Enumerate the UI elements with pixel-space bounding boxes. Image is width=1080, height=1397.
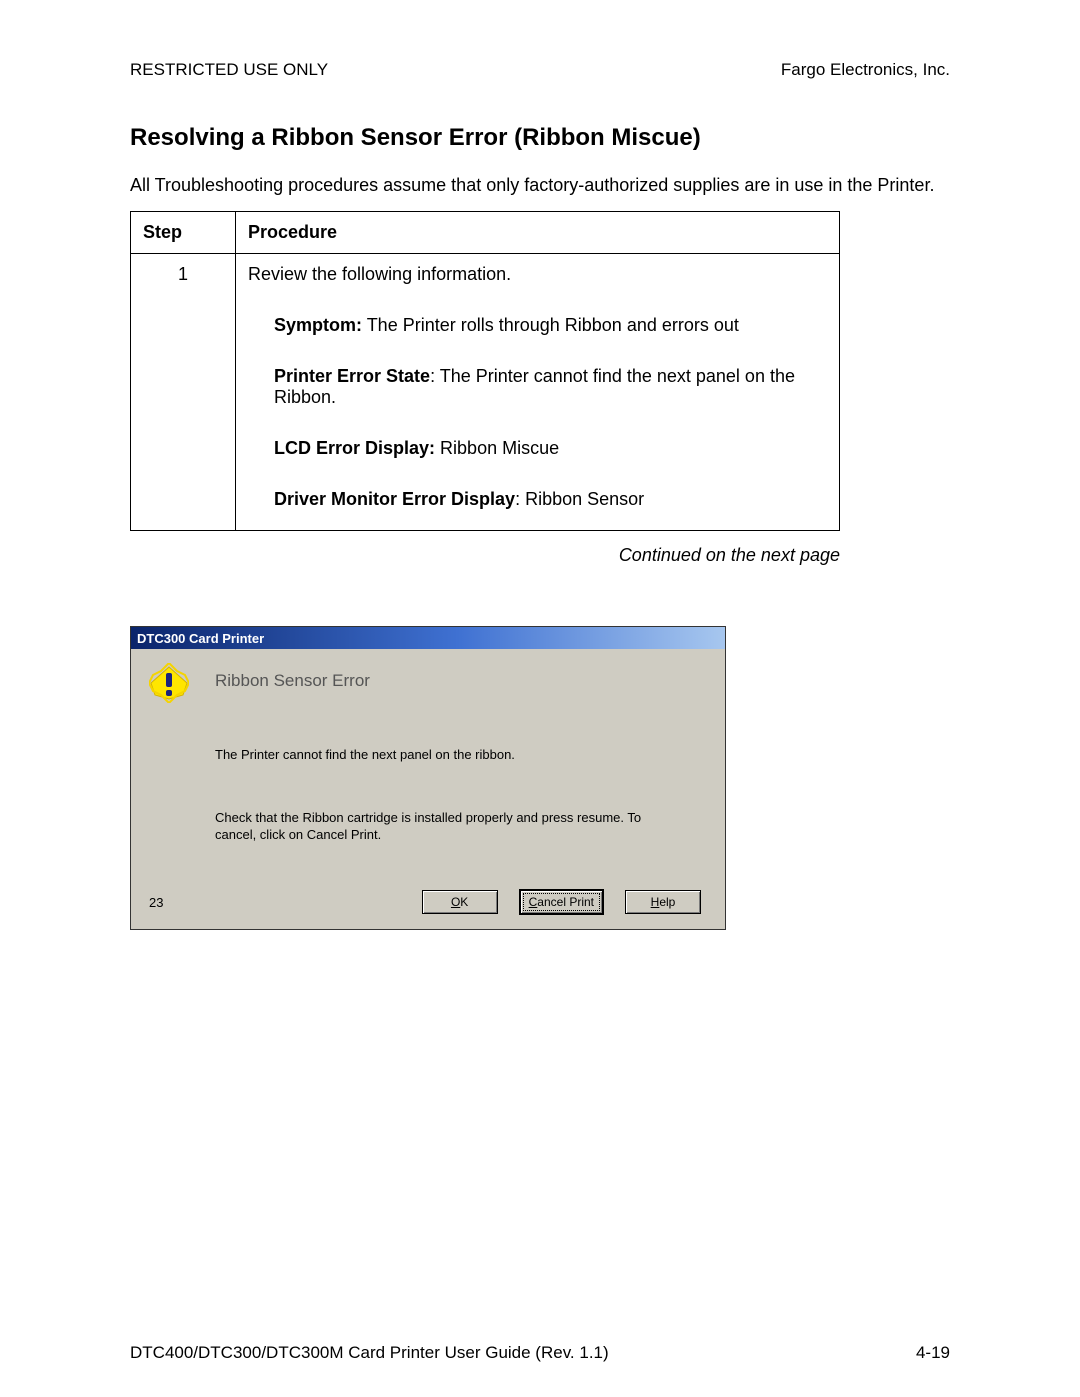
- symptom-text: The Printer rolls through Ribbon and err…: [362, 315, 739, 335]
- review-line: Review the following information.: [248, 264, 827, 285]
- error-state-label: Printer Error State: [274, 366, 430, 386]
- error-state-line: Printer Error State: The Printer cannot …: [274, 366, 827, 408]
- driver-text: : Ribbon Sensor: [515, 489, 644, 509]
- lcd-line: LCD Error Display: Ribbon Miscue: [274, 438, 827, 459]
- table-row: 1 Review the following information. Symp…: [131, 254, 840, 531]
- driver-line: Driver Monitor Error Display: Ribbon Sen…: [274, 489, 827, 510]
- step-number: 1: [131, 254, 236, 531]
- lcd-label: LCD Error Display:: [274, 438, 435, 458]
- dialog-line1: The Printer cannot find the next panel o…: [215, 747, 685, 764]
- lcd-text: Ribbon Miscue: [435, 438, 559, 458]
- help-rest: elp: [659, 895, 675, 909]
- section-title: Resolving a Ribbon Sensor Error (Ribbon …: [130, 124, 950, 152]
- dialog-title: DTC300 Card Printer: [137, 631, 264, 646]
- warning-icon: [149, 663, 189, 703]
- cancel-print-button[interactable]: Cancel Print: [520, 890, 603, 914]
- error-dialog: DTC300 Card Printer Ribbon Sensor Error …: [130, 626, 726, 930]
- page-header: RESTRICTED USE ONLY Fargo Electronics, I…: [130, 60, 950, 80]
- footer-right: 4-19: [916, 1343, 950, 1363]
- col-header-procedure: Procedure: [236, 212, 840, 254]
- dialog-content: Ribbon Sensor Error The Printer cannot f…: [215, 671, 707, 844]
- procedure-table: Step Procedure 1 Review the following in…: [130, 211, 840, 531]
- cancel-u: C: [529, 895, 538, 909]
- document-page: RESTRICTED USE ONLY Fargo Electronics, I…: [0, 0, 1080, 1397]
- col-header-step: Step: [131, 212, 236, 254]
- header-right: Fargo Electronics, Inc.: [781, 60, 950, 80]
- ok-u: O: [451, 895, 460, 909]
- dialog-buttons: OK Cancel Print Help: [422, 890, 701, 914]
- help-button[interactable]: Help: [625, 890, 701, 914]
- cancel-rest: ancel Print: [537, 895, 594, 909]
- header-left: RESTRICTED USE ONLY: [130, 60, 328, 80]
- dialog-footer: 23 OK Cancel Print Help: [149, 890, 707, 918]
- dialog-body: Ribbon Sensor Error The Printer cannot f…: [131, 649, 725, 929]
- intro-text: All Troubleshooting procedures assume th…: [130, 174, 950, 197]
- page-footer: DTC400/DTC300/DTC300M Card Printer User …: [130, 1343, 950, 1363]
- ok-rest: K: [460, 895, 468, 909]
- dialog-heading: Ribbon Sensor Error: [215, 671, 707, 691]
- procedure-cell: Review the following information. Sympto…: [236, 254, 840, 531]
- driver-label: Driver Monitor Error Display: [274, 489, 515, 509]
- ok-button[interactable]: OK: [422, 890, 498, 914]
- dialog-count: 23: [149, 895, 163, 910]
- symptom-label: Symptom:: [274, 315, 362, 335]
- dialog-line2: Check that the Ribbon cartridge is insta…: [215, 810, 685, 844]
- dialog-titlebar: DTC300 Card Printer: [131, 627, 725, 649]
- dialog-screenshot: DTC300 Card Printer Ribbon Sensor Error …: [130, 626, 950, 930]
- symptom-line: Symptom: The Printer rolls through Ribbo…: [274, 315, 827, 336]
- footer-left: DTC400/DTC300/DTC300M Card Printer User …: [130, 1343, 609, 1363]
- continued-note: Continued on the next page: [130, 545, 840, 566]
